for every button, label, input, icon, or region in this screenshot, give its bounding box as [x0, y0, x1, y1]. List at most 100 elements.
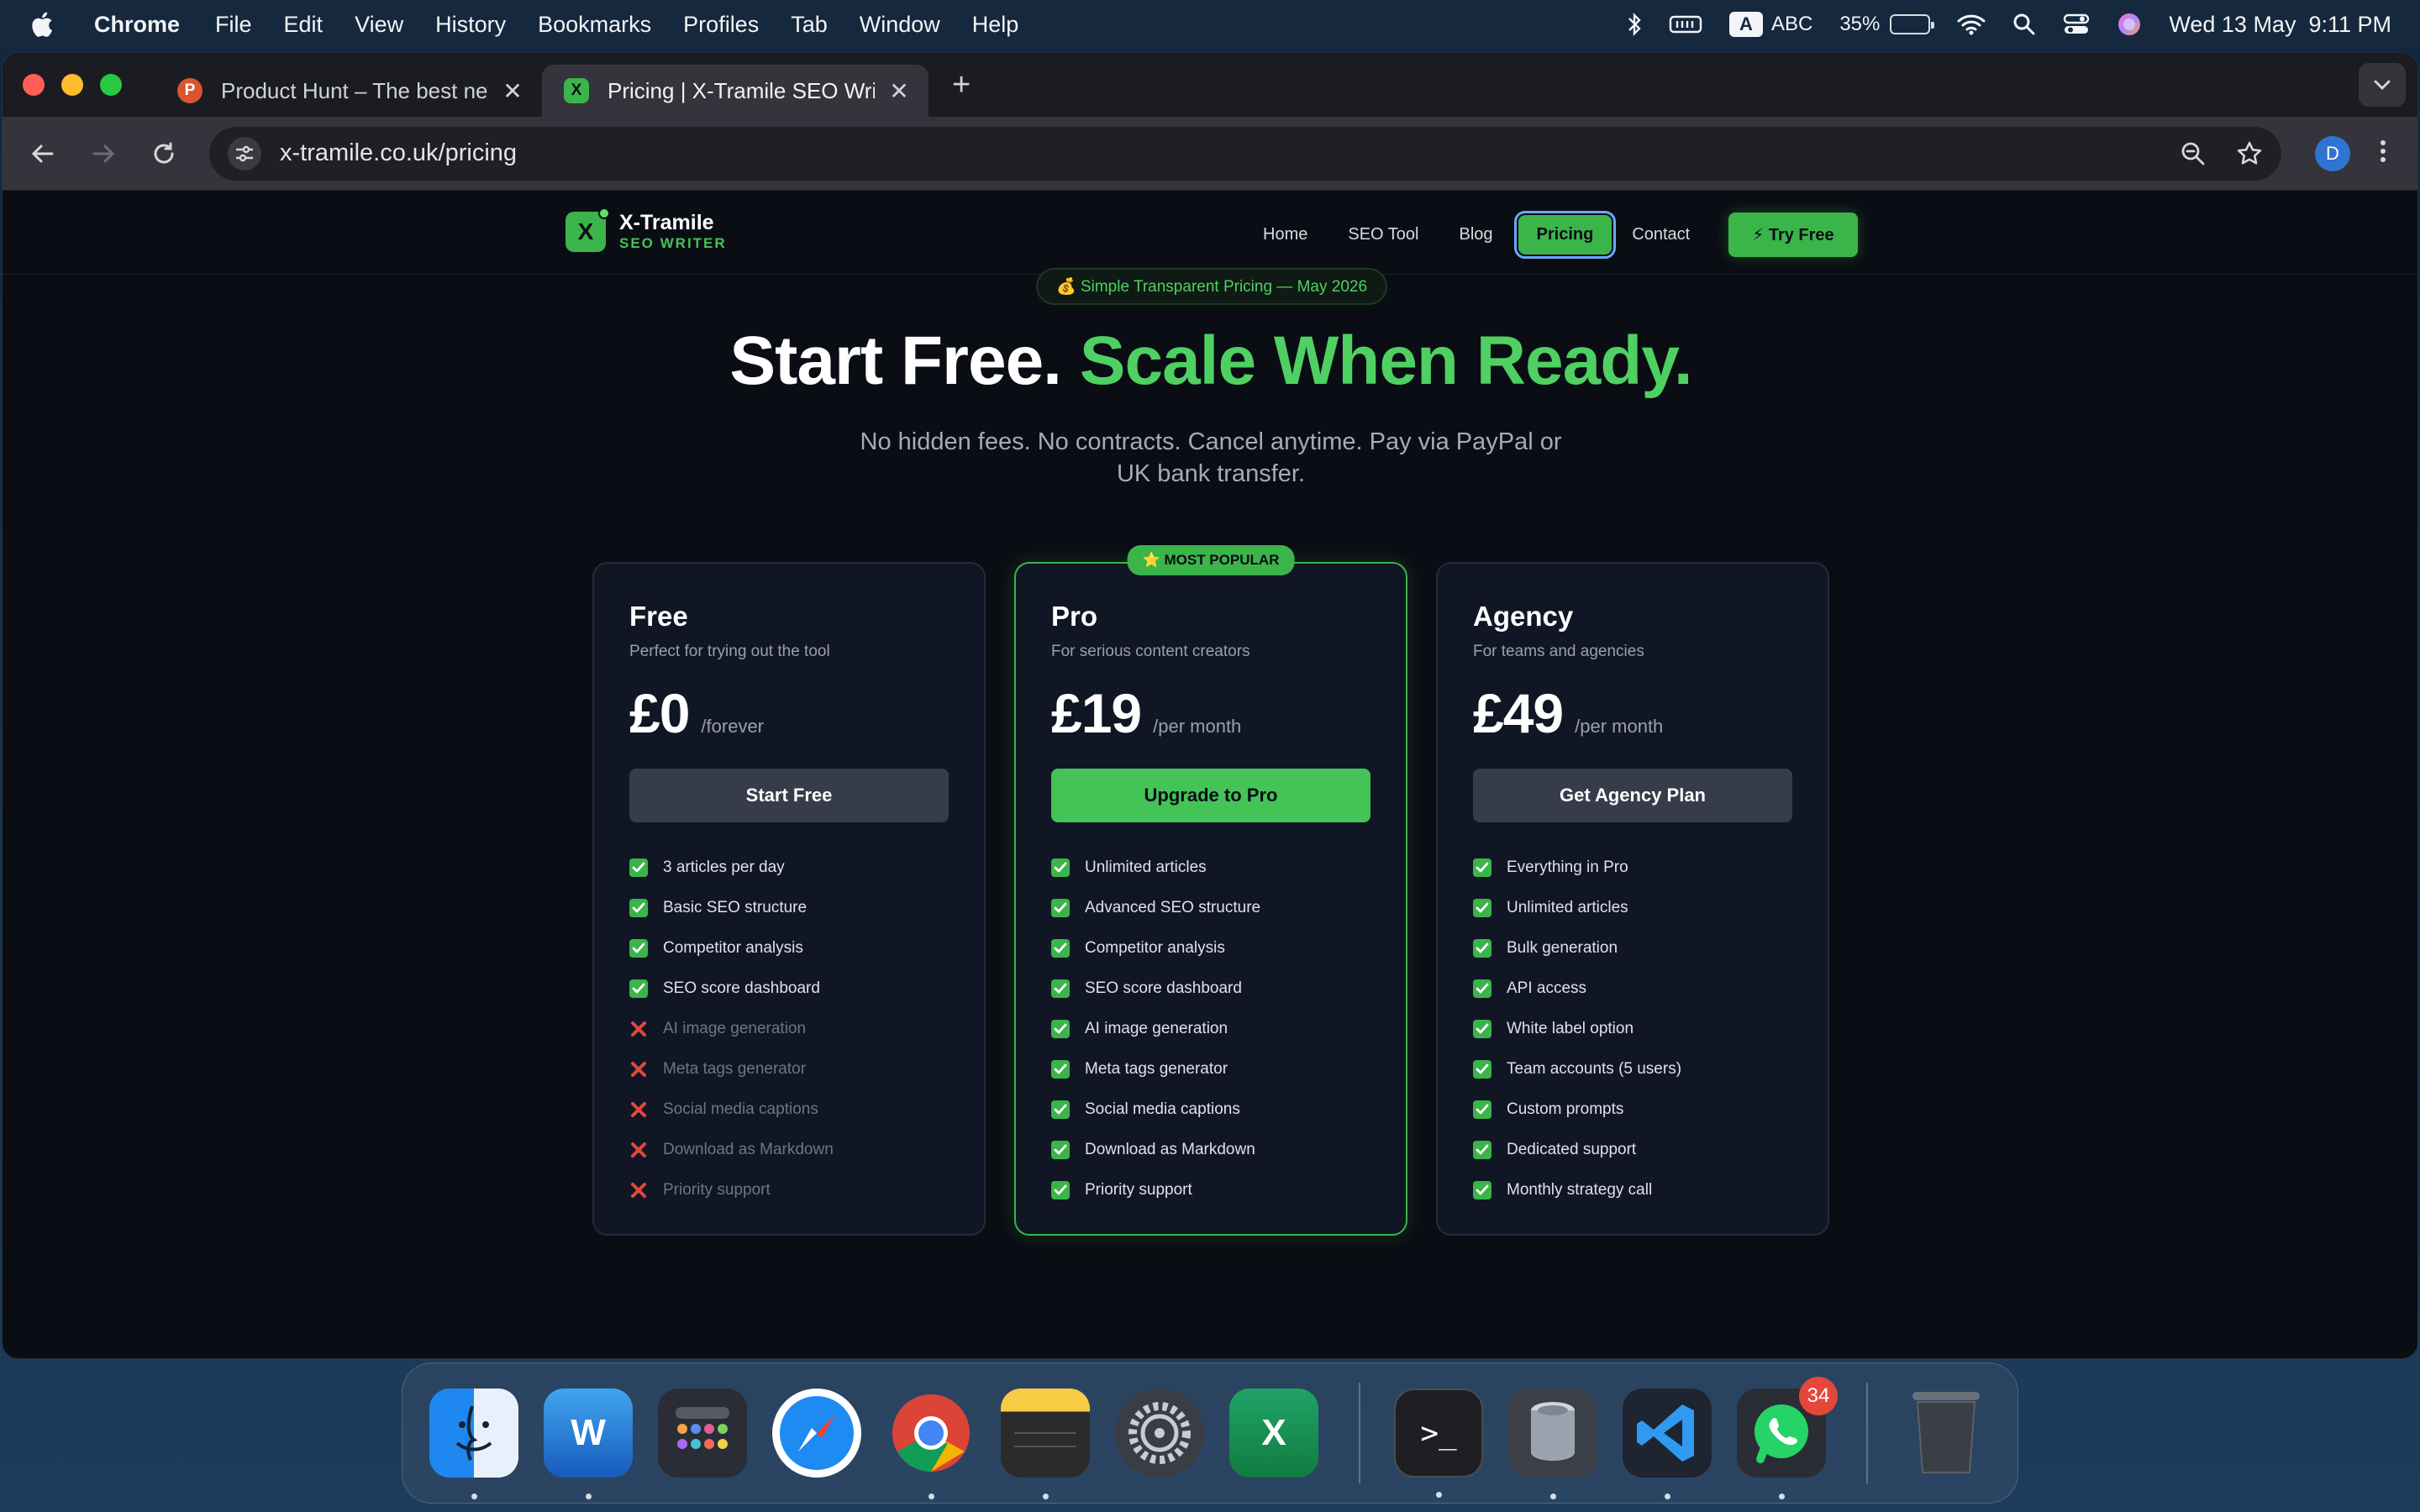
- chrome-icon[interactable]: [886, 1389, 976, 1499]
- feature-item: SEO score dashboard: [1051, 969, 1370, 1009]
- check-icon: [1473, 858, 1491, 877]
- disk-utility-icon[interactable]: [1508, 1389, 1597, 1499]
- url-text[interactable]: x-tramile.co.uk/pricing: [280, 139, 517, 167]
- close-window-button[interactable]: [23, 74, 45, 96]
- feature-item: Download as Markdown: [629, 1130, 949, 1170]
- system-settings-icon[interactable]: [1115, 1389, 1204, 1478]
- nav-seo-tool[interactable]: SEO Tool: [1348, 225, 1418, 244]
- check-icon: [1473, 1100, 1491, 1119]
- menu-file[interactable]: File: [215, 12, 252, 38]
- cross-icon: [629, 1060, 648, 1079]
- launchpad-icon[interactable]: [658, 1389, 747, 1478]
- feature-item: Basic SEO structure: [629, 888, 949, 928]
- menu-window[interactable]: Window: [860, 12, 940, 38]
- dock-separator: [1359, 1383, 1360, 1483]
- feature-text: Everything in Pro: [1507, 858, 1628, 876]
- address-bar[interactable]: x-tramile.co.uk/pricing: [209, 126, 2281, 181]
- apple-menu-icon[interactable]: [29, 10, 54, 39]
- excel-icon[interactable]: X: [1229, 1389, 1318, 1478]
- feature-text: Unlimited articles: [1085, 858, 1207, 876]
- check-icon: [1051, 1100, 1070, 1119]
- word-icon[interactable]: W: [544, 1389, 633, 1499]
- menu-view[interactable]: View: [355, 12, 403, 38]
- profile-avatar[interactable]: D: [2315, 135, 2350, 171]
- input-source[interactable]: A ABC: [1728, 12, 1812, 37]
- new-tab-button[interactable]: +: [952, 69, 971, 101]
- title-green: Scale When Ready.: [1079, 323, 1693, 399]
- battery-status[interactable]: 35%: [1839, 13, 1935, 36]
- trash-icon[interactable]: [1902, 1389, 1991, 1478]
- wifi-icon[interactable]: [1957, 13, 1986, 35]
- feature-text: AI image generation: [663, 1020, 807, 1037]
- forward-button[interactable]: [82, 132, 125, 176]
- plan-description: For serious content creators: [1051, 643, 1250, 660]
- close-tab-icon[interactable]: ✕: [886, 77, 912, 105]
- menu-tab[interactable]: Tab: [791, 12, 828, 38]
- cross-icon: [629, 1141, 648, 1159]
- dock-separator: [1866, 1383, 1868, 1483]
- nav-pricing[interactable]: Pricing: [1513, 211, 1617, 259]
- price-amount: £19: [1051, 682, 1142, 744]
- check-icon: [629, 979, 648, 998]
- feature-item: AI image generation: [629, 1009, 949, 1049]
- siri-icon[interactable]: [2117, 12, 2142, 37]
- menu-edit[interactable]: Edit: [284, 12, 324, 38]
- tab-pricing[interactable]: X Pricing | X-Tramile SEO Writer ✕: [542, 65, 929, 117]
- page-subtitle: No hidden fees. No contracts. Cancel any…: [860, 428, 1562, 487]
- window-controls: [23, 74, 122, 96]
- feature-item: Bulk generation: [1473, 928, 1792, 969]
- feature-text: 3 articles per day: [663, 858, 785, 876]
- upgrade-to-pro-button[interactable]: Upgrade to Pro: [1051, 769, 1370, 822]
- plan-price: £0 /forever: [629, 681, 949, 745]
- zoom-window-button[interactable]: [100, 74, 122, 96]
- bookmark-star-icon[interactable]: [2236, 140, 2263, 167]
- nav-home[interactable]: Home: [1263, 225, 1307, 244]
- spotlight-icon[interactable]: [2012, 13, 2036, 36]
- terminal-icon[interactable]: >_: [1394, 1389, 1483, 1498]
- tab-title: Pricing | X-Tramile SEO Writer: [608, 77, 875, 103]
- get-agency-plan-button[interactable]: Get Agency Plan: [1473, 769, 1792, 822]
- keyboard-brightness-icon[interactable]: [1669, 13, 1702, 36]
- cross-icon: [629, 1020, 648, 1038]
- reload-icon: [154, 142, 174, 164]
- nav-contact[interactable]: Contact: [1632, 225, 1690, 244]
- close-tab-icon[interactable]: ✕: [500, 77, 525, 105]
- reload-button[interactable]: [142, 132, 186, 176]
- logo-text: X-Tramile SEO WRITER: [619, 211, 727, 253]
- try-free-button[interactable]: ⚡ Try Free: [1728, 213, 1858, 257]
- menu-app-name[interactable]: Chrome: [94, 12, 180, 38]
- start-free-button[interactable]: Start Free: [629, 769, 949, 822]
- menu-profiles[interactable]: Profiles: [683, 12, 759, 38]
- feature-list: Everything in Pro Unlimited articles Bulk …: [1473, 848, 1792, 1210]
- bluetooth-icon[interactable]: [1627, 13, 1642, 36]
- cross-icon: [629, 1181, 648, 1200]
- zoom-icon[interactable]: [2181, 141, 2206, 166]
- site-info-icon[interactable]: [228, 136, 261, 171]
- notes-icon[interactable]: [1001, 1389, 1090, 1499]
- feature-text: White label option: [1507, 1020, 1634, 1037]
- back-button[interactable]: [21, 132, 65, 176]
- price-period: /forever: [701, 716, 765, 737]
- more-menu-icon[interactable]: [2379, 139, 2387, 168]
- price-amount: £49: [1473, 682, 1564, 744]
- feature-text: AI image generation: [1085, 1020, 1228, 1037]
- feature-text: Bulk generation: [1507, 939, 1618, 957]
- tab-search-button[interactable]: [2359, 63, 2406, 107]
- menu-history[interactable]: History: [435, 12, 506, 38]
- clock[interactable]: Wed 13 May 9:11 PM: [2169, 12, 2391, 38]
- minimize-window-button[interactable]: [61, 74, 83, 96]
- check-icon: [1051, 939, 1070, 958]
- safari-icon[interactable]: [772, 1389, 861, 1478]
- feature-item: Dedicated support: [1473, 1130, 1792, 1170]
- check-icon: [1473, 939, 1491, 958]
- site-logo[interactable]: X X-Tramile SEO WRITER: [566, 207, 727, 253]
- tab-product-hunt[interactable]: P Product Hunt – The best new products i…: [155, 65, 542, 117]
- finder-icon[interactable]: [429, 1389, 518, 1499]
- vscode-icon[interactable]: [1623, 1389, 1712, 1499]
- menu-help[interactable]: Help: [972, 12, 1019, 38]
- check-icon: [1051, 858, 1070, 877]
- menu-bookmarks[interactable]: Bookmarks: [538, 12, 651, 38]
- nav-blog[interactable]: Blog: [1459, 225, 1492, 244]
- control-center-icon[interactable]: [2063, 13, 2090, 36]
- whatsapp-icon[interactable]: 34: [1737, 1377, 1838, 1499]
